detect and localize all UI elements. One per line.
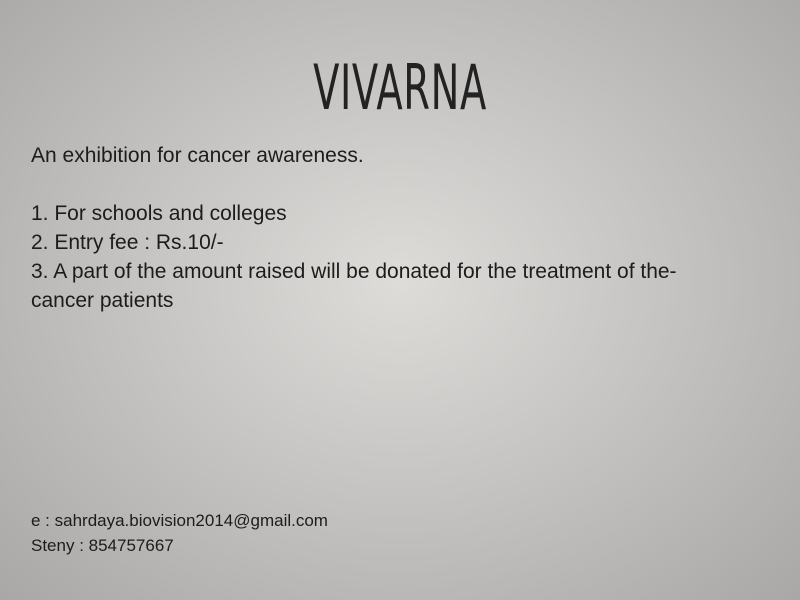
contact-phone: Steny : 854757667 (31, 536, 174, 555)
slide: VIVARNA An exhibition for cancer awarene… (0, 0, 800, 600)
list-item-donation-continued: cancer patients (31, 289, 174, 312)
slide-body: An exhibition for cancer awareness. 1. F… (31, 141, 791, 315)
contact-email: e : sahrdaya.biovision2014@gmail.com (31, 511, 328, 530)
intro-text: An exhibition for cancer awareness. (31, 144, 364, 167)
contact-info: e : sahrdaya.biovision2014@gmail.com Ste… (31, 508, 328, 558)
list-item-entry-fee: 2. Entry fee : Rs.10/- (31, 231, 224, 254)
list-item-schools: 1. For schools and colleges (31, 202, 287, 225)
slide-title: VIVARNA (313, 51, 487, 124)
list-item-donation: 3. A part of the amount raised will be d… (31, 260, 677, 283)
